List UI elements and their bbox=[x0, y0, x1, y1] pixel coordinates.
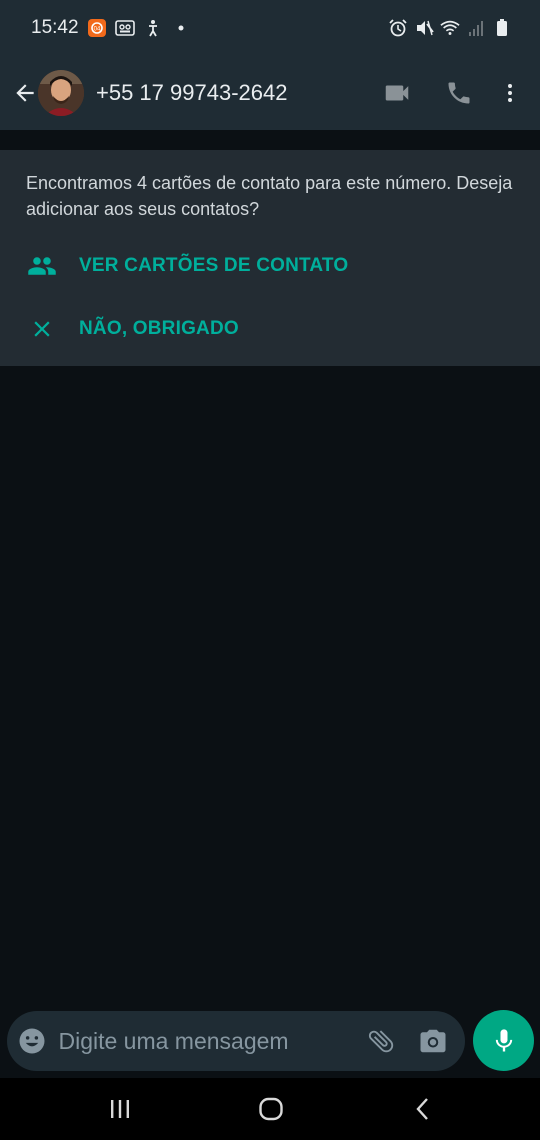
home-icon bbox=[259, 1097, 283, 1121]
message-input[interactable] bbox=[57, 1011, 355, 1071]
mute-icon bbox=[414, 18, 434, 38]
phone-icon bbox=[448, 82, 470, 104]
voice-message-button[interactable] bbox=[473, 1010, 534, 1071]
nav-back-button[interactable] bbox=[383, 1078, 463, 1140]
status-time: 15:42 bbox=[31, 17, 79, 38]
avatar[interactable] bbox=[38, 70, 84, 116]
emoji-icon bbox=[19, 1028, 45, 1054]
dismiss-label: NÃO, OBRIGADO bbox=[79, 318, 239, 339]
emoji-button[interactable] bbox=[7, 1011, 57, 1071]
contact-card-message: Encontramos 4 cartões de contato para es… bbox=[26, 173, 513, 219]
camera-icon bbox=[420, 1029, 446, 1053]
voice-call-button[interactable] bbox=[428, 56, 490, 130]
home-button[interactable] bbox=[231, 1078, 311, 1140]
dismiss-button[interactable]: NÃO, OBRIGADO bbox=[0, 301, 540, 357]
view-contact-cards-label: VER CARTÕES DE CONTATO bbox=[79, 255, 349, 276]
alarm-icon bbox=[388, 18, 408, 38]
notification-app-icon: 04 bbox=[87, 18, 107, 38]
back-arrow-icon bbox=[16, 84, 34, 102]
more-options-button[interactable] bbox=[490, 56, 530, 130]
message-composer bbox=[7, 1011, 465, 1071]
signal-icon bbox=[466, 18, 486, 38]
accessibility-icon bbox=[143, 18, 163, 38]
battery-icon bbox=[492, 18, 512, 38]
system-nav-bar bbox=[0, 1078, 540, 1140]
attach-icon bbox=[368, 1030, 393, 1053]
chat-header: +55 17 99743-2642 bbox=[0, 56, 540, 130]
video-call-icon bbox=[385, 85, 409, 101]
video-call-button[interactable] bbox=[366, 56, 428, 130]
nav-back-icon bbox=[416, 1098, 428, 1120]
more-vert-icon bbox=[508, 84, 512, 102]
svg-text:04: 04 bbox=[93, 27, 100, 33]
view-contact-cards-button[interactable]: VER CARTÕES DE CONTATO bbox=[0, 238, 540, 294]
people-icon bbox=[26, 250, 58, 282]
status-right-icons bbox=[388, 18, 512, 38]
contact-name[interactable]: +55 17 99743-2642 bbox=[96, 80, 287, 106]
back-button[interactable] bbox=[0, 56, 38, 130]
attach-button[interactable] bbox=[354, 1011, 406, 1071]
mic-icon bbox=[495, 1028, 512, 1051]
header-actions bbox=[366, 56, 540, 130]
close-icon bbox=[26, 313, 58, 345]
header-divider bbox=[0, 130, 540, 150]
contact-card-banner: Encontramos 4 cartões de contato para es… bbox=[0, 150, 540, 366]
status-bar: 15:42 04 bbox=[0, 0, 540, 56]
camera-button[interactable] bbox=[407, 1011, 459, 1071]
recents-button[interactable] bbox=[80, 1078, 160, 1140]
voicemail-icon bbox=[114, 18, 135, 38]
recents-icon bbox=[111, 1100, 129, 1118]
status-left-icons: 04 bbox=[87, 18, 191, 38]
dot-icon bbox=[171, 18, 191, 38]
wifi-icon bbox=[440, 18, 460, 38]
chat-messages-area[interactable] bbox=[0, 366, 540, 1076]
